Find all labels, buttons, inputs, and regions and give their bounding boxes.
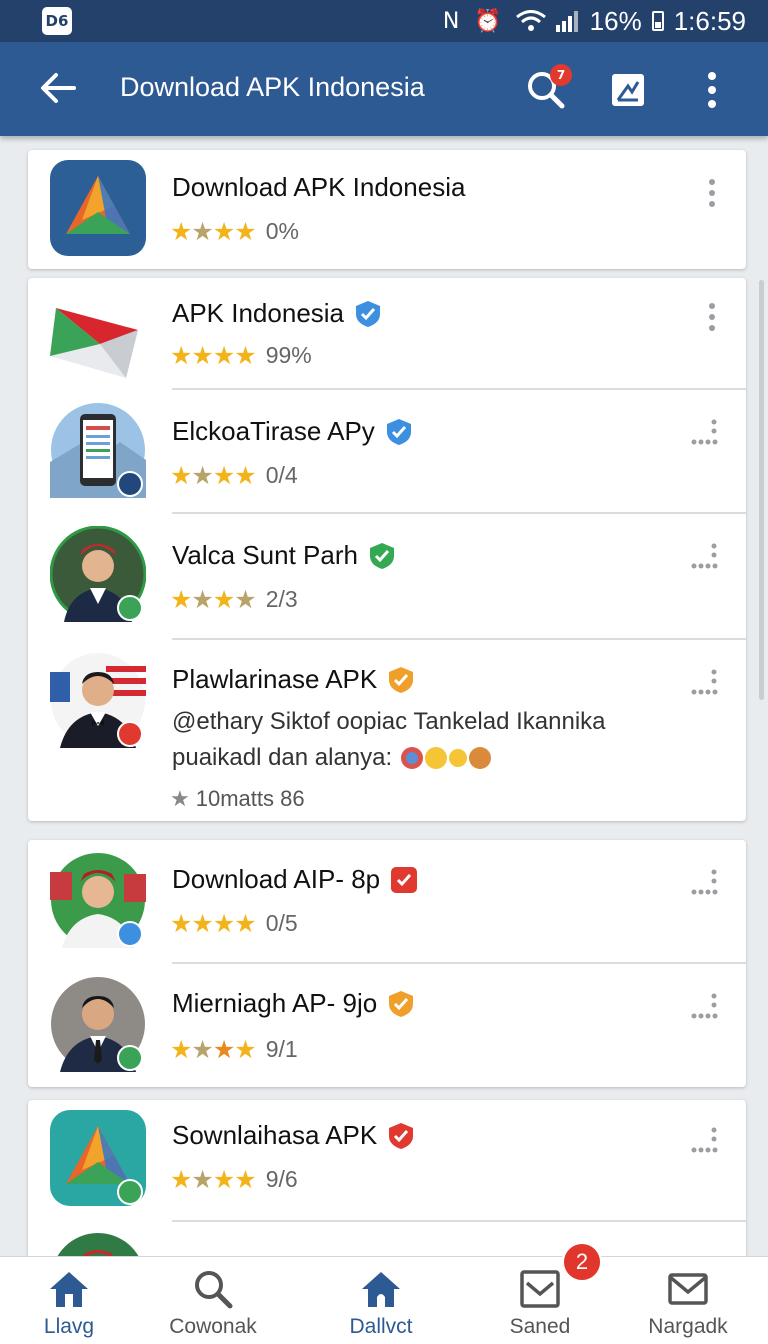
nav-label: Dallvct [349,1315,413,1338]
app-name: APK Indonesia [172,298,345,328]
nav-label: Llavg [43,1315,95,1338]
overflow-menu-icon[interactable] [700,70,724,110]
item-menu-icon[interactable] [690,1126,722,1156]
app-name: Plawlarinase APK [172,664,378,694]
verified-badge-icon [389,990,414,1017]
man-avatar-icon [51,977,145,1072]
item-menu-icon[interactable] [690,542,722,572]
rating-value: 9/1 [265,1036,298,1062]
bottom-navigation: Llavg Cowonak Dallvct Saned Nargadk [0,1256,768,1344]
battery-percent: 16% [589,5,642,36]
list-item[interactable]: Sownlaihasa APK ★ ★ ★ ★ 9/6 [28,1100,746,1220]
app-description: @ethary Siktof oopiac Tankelad Ikannika … [172,704,712,776]
app-name: Mierniagh AP- 9jo [172,988,378,1018]
star-rating: ★ ★ ★ ★ 0/4 [170,461,298,490]
description-line: @ethary Siktof oopiac Tankelad Ikannika [172,708,606,735]
star-icon: ★ [170,786,190,812]
verified-badge-icon [356,300,381,327]
list-item[interactable]: Valca Sunt Parh ★ ★ ★ ★ 2/3 [28,514,746,638]
home-icon [362,1272,400,1307]
rating-value: 9/6 [265,1166,298,1192]
list-item[interactable]: Download APK Indonesia ★ ★ ★ ★ 0% [28,150,746,269]
rating-value: 0/4 [265,462,298,488]
nav-item-home[interactable]: Llavg [0,1257,144,1344]
app-bar: Download APK Indonesia 7 [0,42,768,136]
mail-envelope-icon [50,308,138,378]
item-menu-icon[interactable] [690,418,722,448]
star-rating: ★ ★ ★ ★ 99% [170,341,312,370]
item-menu-icon[interactable] [690,868,722,898]
app-name: Sownlaihasa APK [172,1120,378,1150]
mail-icon [668,1273,708,1305]
back-arrow-icon[interactable] [38,68,78,108]
list-item[interactable]: Plawlarinase APK @ethary Siktof oopiac T… [28,640,746,821]
wifi-icon [515,10,546,31]
rating-value: 0% [265,218,299,244]
apk-triangle-icon [50,1110,146,1206]
verified-badge-icon [369,542,394,569]
verified-badge-icon [386,418,411,445]
meta-text: 10matts 86 [195,786,305,811]
status-icons: N ⏰ [442,8,506,34]
rating-value: 99% [265,342,312,368]
emoji-icons [401,747,492,769]
battery-icon [651,11,664,31]
item-menu-icon[interactable] [690,992,722,1022]
app-card: Download APK Indonesia ★ ★ ★ ★ 0% [28,150,746,269]
item-menu-icon[interactable] [690,668,722,698]
description-line: puaikadl dan alanya: [172,744,393,771]
app-name: Valca Sunt Parh [172,540,358,570]
inbox-icon [520,1270,560,1308]
list-item[interactable]: Download AIP- 8p ★ ★ ★ ★ 0/5 [28,840,746,962]
clock: 1:6:59 [673,5,746,36]
app-name: Download AIP- 8p [172,864,381,894]
share-icon[interactable] [610,72,646,108]
star-rating: ★ ★ ★ ★ 0/5 [170,909,298,938]
page-title: Download APK Indonesia [120,72,425,102]
man-avatar-icon [50,526,146,622]
man-avatar-icon [50,653,146,748]
phone-app-icon [50,403,146,498]
nav-item-dallvct[interactable]: Dallvct [306,1257,456,1344]
nav-item-search[interactable]: Cowonak [138,1257,288,1344]
star-rating: ★ ★ ★ ★ 0% [170,217,299,246]
app-card: Sownlaihasa APK ★ ★ ★ ★ 9/6 [28,1100,746,1260]
home-icon [50,1272,88,1307]
app-card: APK Indonesia ★ ★ ★ ★ 99% ElckoaTirase APy … [28,278,746,821]
divider [172,1220,746,1222]
signal-icon [555,11,578,32]
item-menu-icon[interactable] [702,302,722,332]
search-badge: 7 [550,64,572,86]
item-meta: ★ 10matts 86 [170,786,305,812]
search-icon [195,1271,233,1309]
list-item[interactable]: Mierniagh AP- 9jo ★ ★ ★ ★ 9/1 [28,964,746,1087]
status-bar: D6 N ⏰ 16% 1:6:59 [0,0,768,42]
rating-value: 0/5 [265,910,298,936]
notification-badge: D6 [42,7,72,35]
star-rating: ★ ★ ★ ★ 2/3 [170,585,298,614]
star-rating: ★ ★ ★ ★ 9/1 [170,1035,298,1064]
search-button[interactable]: 7 [524,64,572,112]
list-item[interactable]: APK Indonesia ★ ★ ★ ★ 99% [28,278,746,388]
verified-badge-icon [389,1122,414,1149]
app-name: ElckoaTirase APy [172,416,375,446]
man-avatar-icon [50,853,146,948]
verified-badge-icon [389,666,414,693]
apk-triangle-icon [50,160,146,256]
nav-label: Cowonak [169,1315,257,1338]
nav-label: Saned [509,1315,571,1338]
item-menu-icon[interactable] [702,178,722,208]
nav-label: Nargadk [648,1315,728,1338]
list-item[interactable]: ElckoaTirase APy ★ ★ ★ ★ 0/4 [28,390,746,512]
notification-count-badge: 2 [562,1242,602,1282]
verified-badge-icon [391,866,418,893]
scrollbar[interactable] [759,280,764,700]
star-rating: ★ ★ ★ ★ 9/6 [170,1165,298,1194]
rating-value: 2/3 [265,586,298,612]
nav-item-nargadk[interactable]: Nargadk [613,1257,763,1344]
app-card: Download AIP- 8p ★ ★ ★ ★ 0/5 Mierniagh AP- … [28,840,746,1087]
app-name: Download APK Indonesia [172,172,466,202]
